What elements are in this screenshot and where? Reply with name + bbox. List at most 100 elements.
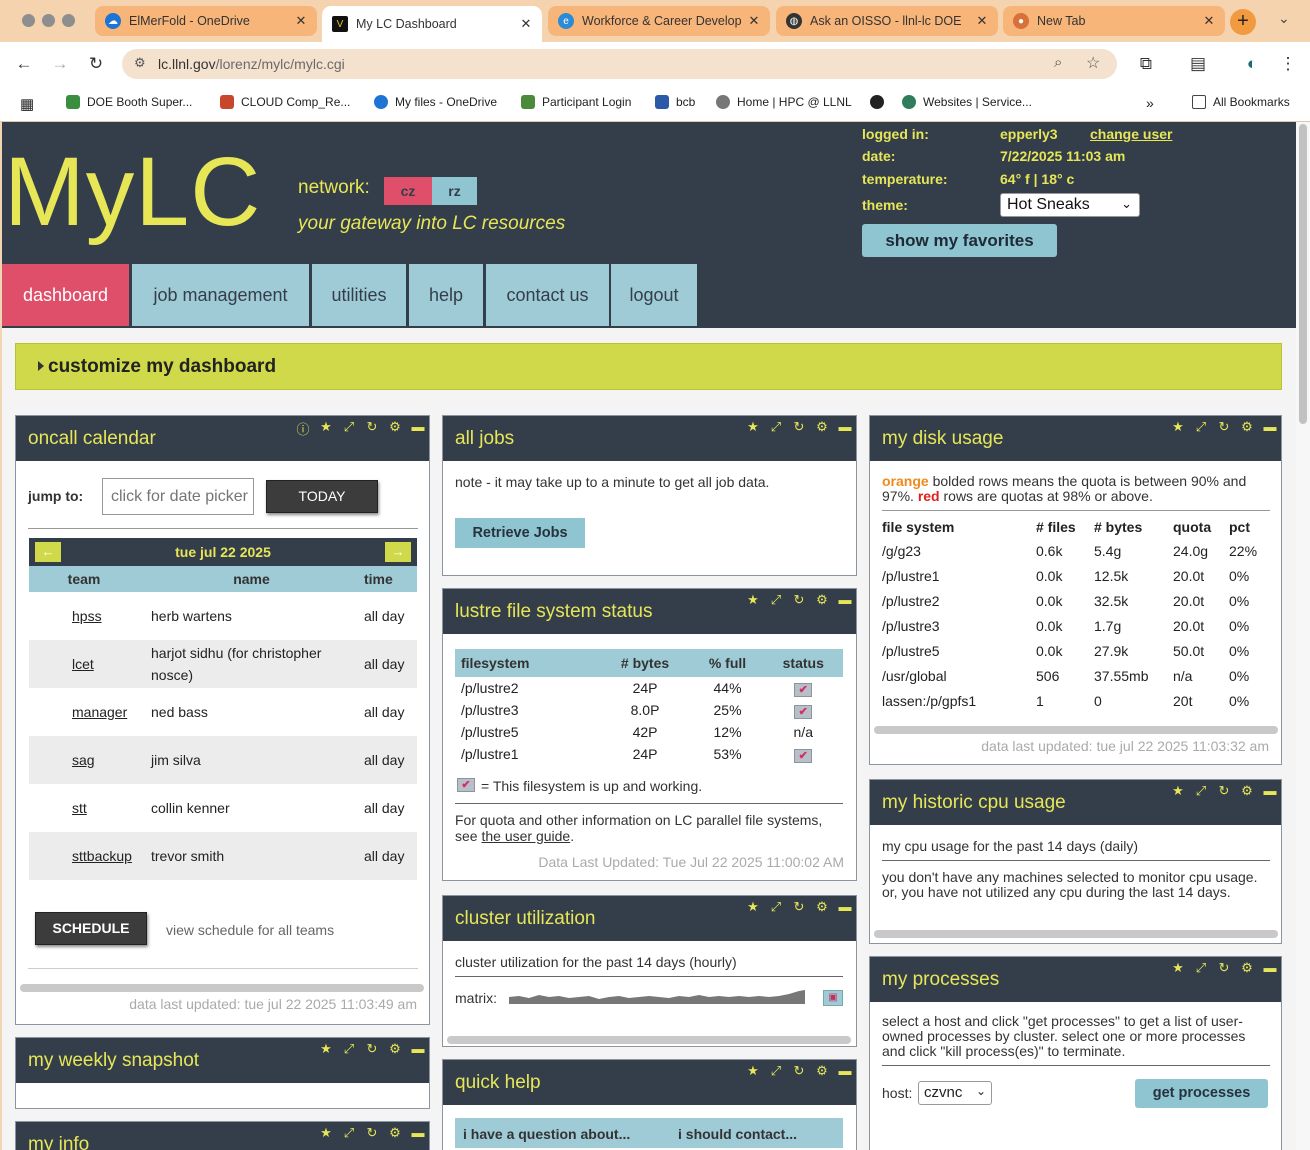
horizontal-scrollbar[interactable] <box>20 984 424 992</box>
gear-icon[interactable]: ⚙ <box>815 592 829 608</box>
minimize-icon[interactable]: ▬ <box>838 899 852 915</box>
user-guide-link[interactable]: the user guide <box>481 828 570 844</box>
team-link[interactable]: sttbackup <box>29 832 139 880</box>
minimize-icon[interactable]: ▬ <box>838 1063 852 1079</box>
bookmark-globe[interactable] <box>870 95 884 109</box>
team-link[interactable]: manager <box>29 688 139 736</box>
reading-list-icon[interactable]: ▤ <box>1186 52 1210 76</box>
star-icon[interactable]: ★ <box>319 1041 333 1057</box>
get-processes-button[interactable]: get processes <box>1135 1079 1268 1108</box>
minimize-icon[interactable]: ▬ <box>838 419 852 435</box>
apps-icon[interactable]: ▦ <box>20 95 34 113</box>
refresh-icon[interactable]: ↻ <box>792 899 806 915</box>
nav-dashboard[interactable]: dashboard <box>2 264 129 326</box>
scrollbar-thumb[interactable] <box>1299 124 1307 424</box>
nav-contact-us[interactable]: contact us <box>486 264 609 326</box>
expand-icon[interactable]: ⤢ <box>1194 960 1208 976</box>
gear-icon[interactable]: ⚙ <box>815 1063 829 1079</box>
gear-icon[interactable]: ⚙ <box>388 1125 402 1141</box>
address-bar[interactable]: ⚙ lc.llnl.gov/lorenz/mylc/mylc.cgi ⌕ ☆ <box>122 49 1117 79</box>
star-icon[interactable]: ★ <box>319 1125 333 1141</box>
refresh-icon[interactable]: ↻ <box>365 1125 379 1141</box>
expand-icon[interactable]: ⤢ <box>1194 783 1208 799</box>
expand-icon[interactable]: ⤢ <box>1194 419 1208 435</box>
minimize-icon[interactable]: ▬ <box>411 1041 425 1057</box>
change-user-link[interactable]: change user <box>1090 126 1172 142</box>
profile-icon[interactable]: ◐ <box>1240 52 1264 76</box>
reload-icon[interactable]: ↻ <box>84 52 108 76</box>
expand-icon[interactable]: ⤢ <box>342 1041 356 1057</box>
minimize-icon[interactable]: ▬ <box>1263 419 1277 435</box>
refresh-icon[interactable]: ↻ <box>1217 419 1231 435</box>
bookmark-bcb[interactable]: bcb <box>655 95 695 109</box>
horizontal-scrollbar[interactable] <box>874 726 1278 734</box>
minimize-icon[interactable]: ▬ <box>411 1125 425 1141</box>
info-icon[interactable]: ⓘ <box>296 419 310 438</box>
gear-icon[interactable]: ⚙ <box>815 419 829 435</box>
refresh-icon[interactable]: ↻ <box>1217 960 1231 976</box>
gear-icon[interactable]: ⚙ <box>1240 419 1254 435</box>
network-rz-button[interactable]: rz <box>432 177 477 205</box>
gear-icon[interactable]: ⚙ <box>815 899 829 915</box>
minimize-icon[interactable]: ▬ <box>1263 783 1277 799</box>
show-favorites-button[interactable]: show my favorites <box>862 224 1057 257</box>
refresh-icon[interactable]: ↻ <box>365 419 379 438</box>
close-tab-icon[interactable]: ✕ <box>1201 13 1217 29</box>
page-scrollbar[interactable] <box>1296 122 1310 1150</box>
customize-dashboard-toggle[interactable]: customize my dashboard <box>15 343 1282 390</box>
minimize-window-button[interactable] <box>42 14 55 27</box>
menu-icon[interactable]: ⋮ <box>1276 52 1300 76</box>
tab-onedrive[interactable]: ☁ ElMerFold - OneDrive ✕ <box>95 6 317 36</box>
expand-icon[interactable]: ⤢ <box>342 1125 356 1141</box>
minimize-icon[interactable]: ▬ <box>838 592 852 608</box>
expand-icon[interactable]: ⤢ <box>342 419 356 438</box>
gear-icon[interactable]: ⚙ <box>1240 960 1254 976</box>
forward-icon[interactable]: → <box>48 52 72 76</box>
horizontal-scrollbar[interactable] <box>447 1036 851 1044</box>
star-icon[interactable]: ★ <box>1171 960 1185 976</box>
close-tab-icon[interactable]: ✕ <box>746 13 762 29</box>
retrieve-jobs-button[interactable]: Retrieve Jobs <box>455 518 585 548</box>
expand-icon[interactable]: ⤢ <box>769 899 783 915</box>
date-picker-input[interactable] <box>102 478 254 515</box>
gear-icon[interactable]: ⚙ <box>1240 783 1254 799</box>
star-icon[interactable]: ★ <box>746 1063 760 1079</box>
tab-workforce[interactable]: e Workforce & Career Develop ✕ <box>548 6 770 36</box>
zoom-window-button[interactable] <box>62 14 75 27</box>
star-icon[interactable]: ★ <box>1171 783 1185 799</box>
team-link[interactable]: lcet <box>29 640 139 688</box>
star-icon[interactable]: ★ <box>1171 419 1185 435</box>
minimize-icon[interactable]: ▬ <box>1263 960 1277 976</box>
tab-search-icon[interactable]: ⌄ <box>1278 10 1290 27</box>
all-bookmarks[interactable]: All Bookmarks <box>1192 95 1290 109</box>
close-tab-icon[interactable]: ✕ <box>518 16 534 32</box>
expand-icon[interactable]: ⤢ <box>769 592 783 608</box>
expand-icon[interactable]: ⤢ <box>769 1063 783 1079</box>
schedule-button[interactable]: SCHEDULE <box>35 912 147 945</box>
star-icon[interactable]: ★ <box>319 419 333 438</box>
extensions-icon[interactable]: ⧉ <box>1134 52 1158 76</box>
tab-mylc-dashboard[interactable]: V My LC Dashboard ✕ <box>322 6 542 42</box>
host-select[interactable]: czvnc ⌄ <box>918 1081 992 1105</box>
bookmark-doe-booth[interactable]: DOE Booth Super... <box>66 95 192 109</box>
team-link[interactable]: hpss <box>29 592 139 640</box>
nav-help[interactable]: help <box>409 264 483 326</box>
tab-ask-oisso[interactable]: ◍ Ask an OISSO - llnl-lc DOE ✕ <box>776 6 998 36</box>
close-tab-icon[interactable]: ✕ <box>293 13 309 29</box>
bookmark-cloud-comp[interactable]: CLOUD Comp_Re... <box>220 95 350 109</box>
chart-image-icon[interactable]: ▣ <box>823 990 843 1006</box>
close-window-button[interactable] <box>22 14 35 27</box>
minimize-icon[interactable]: ▬ <box>411 419 425 438</box>
expand-icon[interactable]: ⤢ <box>769 419 783 435</box>
gear-icon[interactable]: ⚙ <box>388 1041 402 1057</box>
next-day-button[interactable]: → <box>385 542 411 562</box>
bookmark-my-files[interactable]: My files - OneDrive <box>374 95 497 109</box>
theme-select[interactable]: Hot Sneaks ⌄ <box>1000 193 1140 217</box>
back-icon[interactable]: ← <box>12 52 36 76</box>
more-bookmarks-icon[interactable]: » <box>1146 95 1154 111</box>
star-icon[interactable]: ★ <box>746 899 760 915</box>
today-button[interactable]: TODAY <box>266 480 378 513</box>
site-info-icon[interactable]: ⚙ <box>134 55 146 71</box>
close-tab-icon[interactable]: ✕ <box>974 13 990 29</box>
network-cz-button[interactable]: cz <box>384 177 432 205</box>
